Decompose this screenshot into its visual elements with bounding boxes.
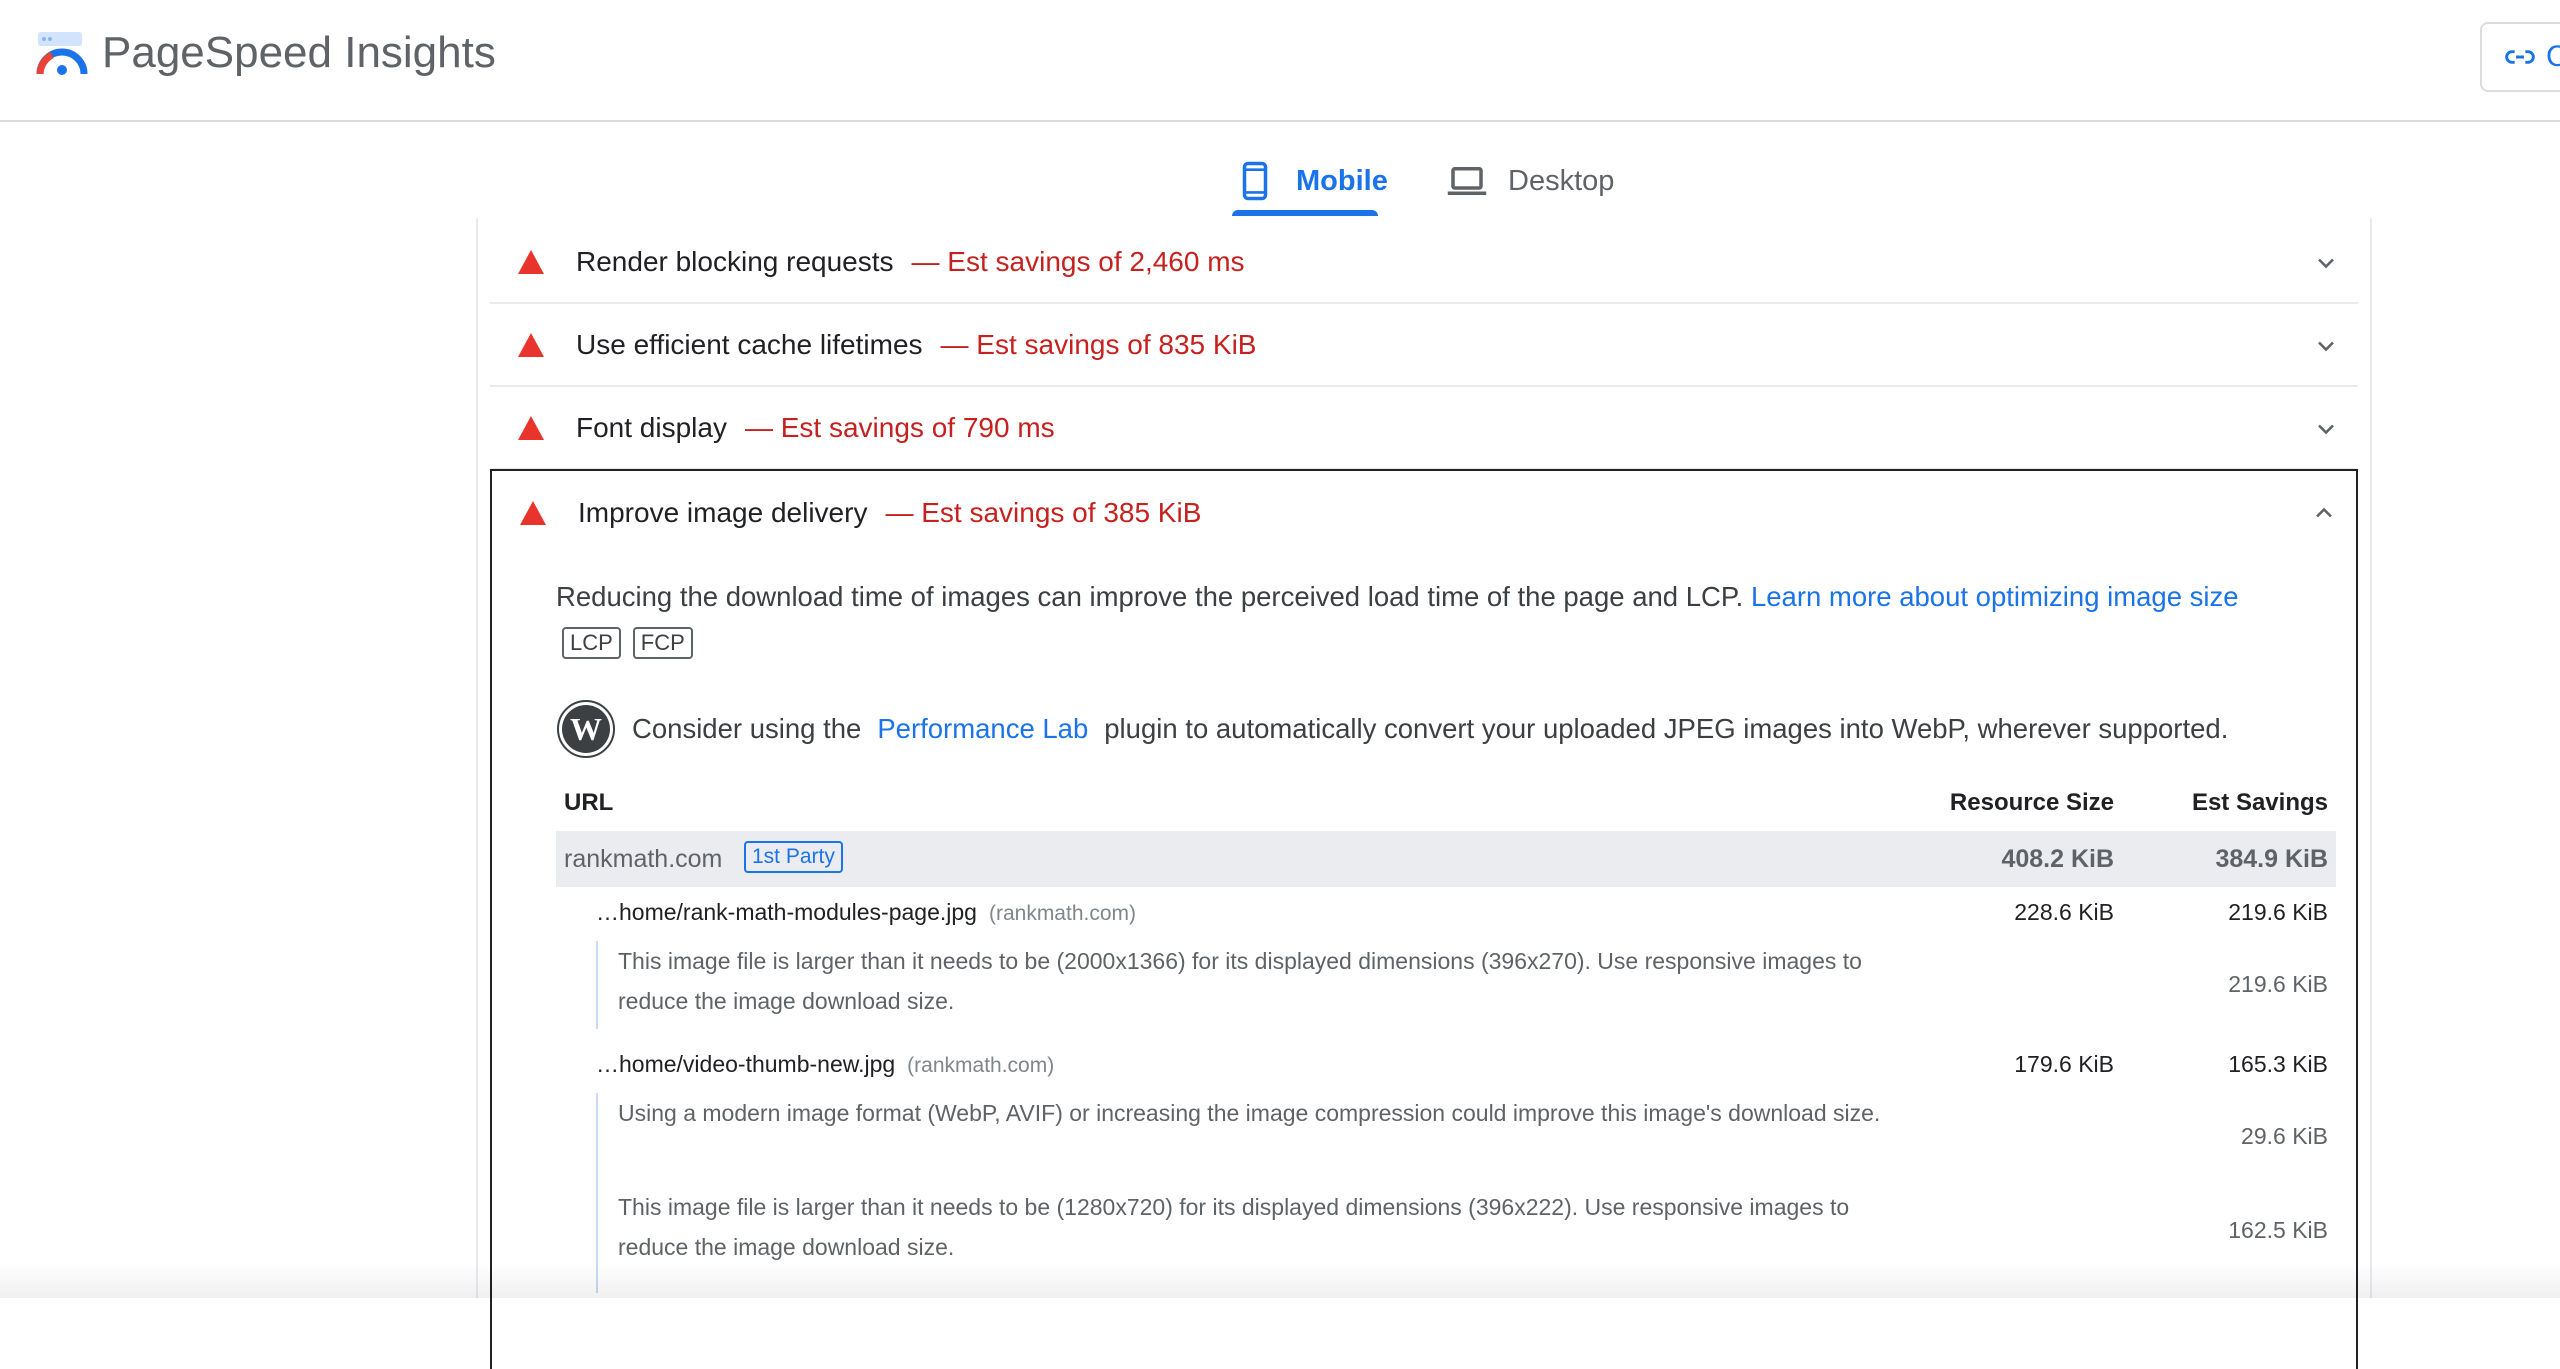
audit-cache-lifetimes[interactable]: Use efficient cache lifetimes — Est savi… <box>490 304 2358 387</box>
entity-row: rankmath.com 1st Party 408.2 KiB 384.9 K… <box>556 831 2336 887</box>
entity-name: rankmath.com <box>564 845 723 873</box>
audit-title: Improve image delivery <box>578 496 868 528</box>
learn-more-link[interactable]: Learn more about optimizing image size <box>1751 581 2239 612</box>
resource-host: (rankmath.com) <box>907 1054 1055 1077</box>
subitem-text: This image file is larger than it needs … <box>618 1194 1850 1260</box>
audit-font-display[interactable]: Font display — Est savings of 790 ms <box>490 387 2358 470</box>
pagespeed-logo-icon[interactable] <box>36 30 88 78</box>
audit-image-delivery: Improve image delivery — Est savings of … <box>490 469 2358 1369</box>
subitem-savings: 29.6 KiB <box>2241 1123 2328 1149</box>
metric-tag-fcp[interactable]: FCP <box>632 627 693 659</box>
link-icon <box>2505 50 2535 64</box>
resource-savings: 219.6 KiB <box>2228 899 2328 925</box>
audit-savings: — Est savings of 835 KiB <box>940 328 1257 360</box>
resource-size: 228.6 KiB <box>2014 899 2114 925</box>
subitem-text: This image file is larger than it needs … <box>618 948 1862 1014</box>
subitem-savings: 219.6 KiB <box>2228 971 2328 997</box>
audit-savings: — Est savings of 790 ms <box>744 411 1055 443</box>
stack-pack-suffix: plugin to automatically convert your upl… <box>1104 713 2229 744</box>
table-row-url[interactable]: …home/rank-math-modules-page.jpg (rankmat… <box>596 899 1136 926</box>
audit-image-delivery-header[interactable]: Improve image delivery — Est savings of … <box>492 471 2356 554</box>
resource-size: 179.6 KiB <box>2014 1051 2114 1077</box>
column-header-url: URL <box>564 789 614 816</box>
resource-host: (rankmath.com) <box>988 902 1136 925</box>
audit-title: Font display <box>576 411 727 443</box>
audit-title: Render blocking requests <box>576 245 894 277</box>
copy-link-button[interactable]: C <box>2480 22 2560 92</box>
chevron-down-icon[interactable] <box>2312 415 2340 443</box>
performance-lab-link[interactable]: Performance Lab <box>877 713 1088 745</box>
svg-text:W: W <box>570 711 602 747</box>
warning-triangle-icon <box>518 332 544 357</box>
subitem-row: This image file is larger than it needs … <box>596 941 2336 1029</box>
wordpress-icon: W <box>557 700 615 758</box>
entity-est-savings: 384.9 KiB <box>2215 845 2328 873</box>
audit-description-text: Reducing the download time of images can… <box>556 581 1744 612</box>
chevron-down-icon[interactable] <box>2312 249 2340 277</box>
active-tab-indicator <box>1232 210 1378 216</box>
tab-mobile[interactable]: Mobile <box>1234 144 1388 218</box>
tab-mobile-label: Mobile <box>1296 164 1388 197</box>
stack-pack-advice: W Consider using the Performance Lab plu… <box>556 699 2228 759</box>
metric-tag-lcp[interactable]: LCP <box>562 627 621 659</box>
tab-desktop-label: Desktop <box>1508 164 1615 197</box>
audit-description: Reducing the download time of images can… <box>556 577 2336 617</box>
column-header-est-savings: Est Savings <box>2191 789 2328 816</box>
audit-savings: — Est savings of 2,460 ms <box>911 245 1245 277</box>
audit-render-blocking[interactable]: Render blocking requests — Est savings o… <box>490 221 2358 304</box>
mobile-phone-icon <box>1242 161 1268 201</box>
resource-url[interactable]: …home/video-thumb-new.jpg <box>596 1051 895 1077</box>
warning-triangle-icon <box>520 500 546 525</box>
subitem-savings: 162.5 KiB <box>2228 1217 2328 1243</box>
audit-title: Use efficient cache lifetimes <box>576 328 923 360</box>
resource-url[interactable]: …home/rank-math-modules-page.jpg <box>596 899 977 925</box>
app-header: PageSpeed Insights C <box>0 0 2560 122</box>
chevron-up-icon[interactable] <box>2310 499 2338 527</box>
audit-savings: — Est savings of 385 KiB <box>885 496 1202 528</box>
chevron-down-icon[interactable] <box>2312 332 2340 360</box>
tab-desktop[interactable]: Desktop <box>1446 144 1614 218</box>
stack-pack-prefix: Consider using the <box>632 713 862 744</box>
laptop-icon <box>1447 167 1487 195</box>
warning-triangle-icon <box>518 249 544 274</box>
subitem-text: Using a modern image format (WebP, AVIF)… <box>618 1100 1881 1126</box>
app-title[interactable]: PageSpeed Insights <box>102 26 496 80</box>
bottom-shadow <box>0 1262 2560 1298</box>
warning-triangle-icon <box>518 415 544 440</box>
table-row-url[interactable]: …home/video-thumb-new.jpg (rankmath.com) <box>596 1051 1054 1078</box>
copy-link-label: C <box>2546 40 2560 73</box>
metric-tags: LCP FCP <box>562 627 693 659</box>
first-party-badge: 1st Party <box>744 841 843 873</box>
column-header-resource-size: Resource Size <box>1949 789 2114 816</box>
entity-resource-size: 408.2 KiB <box>2001 845 2114 873</box>
device-tabs: Mobile Desktop <box>0 124 2560 220</box>
resource-savings: 165.3 KiB <box>2228 1051 2328 1077</box>
